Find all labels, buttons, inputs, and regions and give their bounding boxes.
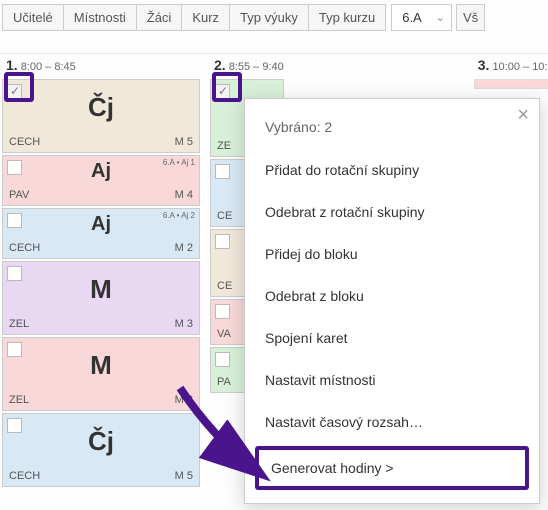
card-teacher: ZE (217, 140, 231, 152)
card-checkbox[interactable] (7, 160, 22, 175)
card-checkbox[interactable] (215, 164, 230, 179)
class-select[interactable]: 6.A ⌄ (391, 4, 452, 31)
ctx-set-timerange[interactable]: Nastavit časový rozsah… (245, 401, 539, 443)
ctx-add-block[interactable]: Přidej do bloku (245, 233, 539, 275)
card-room: M 5 (175, 470, 193, 482)
card-checkbox[interactable] (7, 418, 22, 433)
card-subject: Čj (3, 80, 199, 133)
ctx-set-rooms[interactable]: Nastavit místnosti (245, 359, 539, 401)
period-number: 3. (478, 57, 490, 73)
card-teacher: PA (217, 376, 231, 388)
card-teacher: CE (217, 210, 232, 222)
card-tag: 6.A • Aj 2 (163, 211, 195, 220)
ctx-add-rotation[interactable]: Přidat do rotační skupiny (245, 149, 539, 191)
ctx-join-cards[interactable]: Spojení karet (245, 317, 539, 359)
lesson-card[interactable]: 6.A • Aj 1 Aj PAV M 4 (2, 155, 200, 206)
filter-teachers[interactable]: Učitelé (2, 4, 64, 31)
filter-students[interactable]: Žáci (136, 4, 183, 31)
card-subject: M (3, 338, 199, 391)
card-checkbox[interactable] (215, 84, 230, 99)
card-teacher: CECH (9, 136, 40, 148)
card-teacher: CECH (9, 470, 40, 482)
card-checkbox[interactable] (215, 352, 230, 367)
ctx-remove-rotation[interactable]: Odebrat z rotační skupiny (245, 191, 539, 233)
ctx-remove-block[interactable]: Odebrat z bloku (245, 275, 539, 317)
period-header: 3. 10:00 – 10:45 (474, 54, 548, 79)
lesson-card[interactable]: Čj CECH M 5 (2, 413, 200, 487)
card-room: M 3 (175, 318, 193, 330)
filter-course-type[interactable]: Typ kurzu (308, 4, 386, 31)
card-checkbox[interactable] (7, 213, 22, 228)
card-tag: 6.A • Aj 1 (163, 158, 195, 167)
period-time: 8:00 – 8:45 (21, 61, 76, 73)
card-subject: M (3, 262, 199, 315)
ctx-generate-hours[interactable]: Generovat hodiny > (255, 446, 529, 490)
filter-rooms[interactable]: Místnosti (63, 4, 137, 31)
lesson-card[interactable]: M ZEL M 3 (2, 337, 200, 411)
lesson-card[interactable]: Čj CECH M 5 (2, 79, 200, 153)
filter-course[interactable]: Kurz (181, 4, 230, 31)
period-column-1: 1. 8:00 – 8:45 Čj CECH M 5 6.A • Aj 1 Aj… (2, 54, 200, 489)
empty-slot (474, 79, 548, 89)
card-checkbox[interactable] (7, 84, 22, 99)
card-teacher: CECH (9, 242, 40, 254)
card-room: M 3 (175, 394, 193, 406)
card-teacher: CE (217, 280, 232, 292)
card-room: M 5 (175, 136, 193, 148)
card-teacher: VA (217, 328, 231, 340)
period-number: 2. (214, 57, 226, 73)
filter-bar: Učitelé Místnosti Žáci Kurz Typ výuky Ty… (0, 0, 548, 31)
lesson-card[interactable]: 6.A • Aj 2 Aj CECH M 2 (2, 208, 200, 259)
card-teacher: ZEL (9, 318, 29, 330)
card-room: M 4 (175, 189, 193, 201)
period-header: 2. 8:55 – 9:40 (210, 54, 284, 79)
close-icon[interactable]: × (517, 105, 529, 125)
context-menu-title: Vybráno: 2 (245, 99, 539, 149)
period-header: 1. 8:00 – 8:45 (2, 54, 200, 79)
card-teacher: ZEL (9, 394, 29, 406)
context-menu: × Vybráno: 2 Přidat do rotační skupiny O… (244, 98, 540, 504)
card-room: M 2 (175, 242, 193, 254)
filter-all[interactable]: Vš (456, 4, 485, 31)
card-checkbox[interactable] (7, 342, 22, 357)
period-time: 10:00 – 10:45 (492, 61, 548, 73)
empty-slots (474, 79, 548, 89)
card-checkbox[interactable] (215, 234, 230, 249)
card-teacher: PAV (9, 189, 29, 201)
card-checkbox[interactable] (7, 266, 22, 281)
card-checkbox[interactable] (215, 304, 230, 319)
period-number: 1. (6, 57, 18, 73)
filter-lesson-type[interactable]: Typ výuky (229, 4, 309, 31)
chevron-down-icon: ⌄ (436, 11, 445, 24)
card-subject: Čj (3, 414, 199, 467)
period-time: 8:55 – 9:40 (229, 61, 284, 73)
class-select-value: 6.A (402, 10, 422, 25)
lesson-card[interactable]: M ZEL M 3 (2, 261, 200, 335)
